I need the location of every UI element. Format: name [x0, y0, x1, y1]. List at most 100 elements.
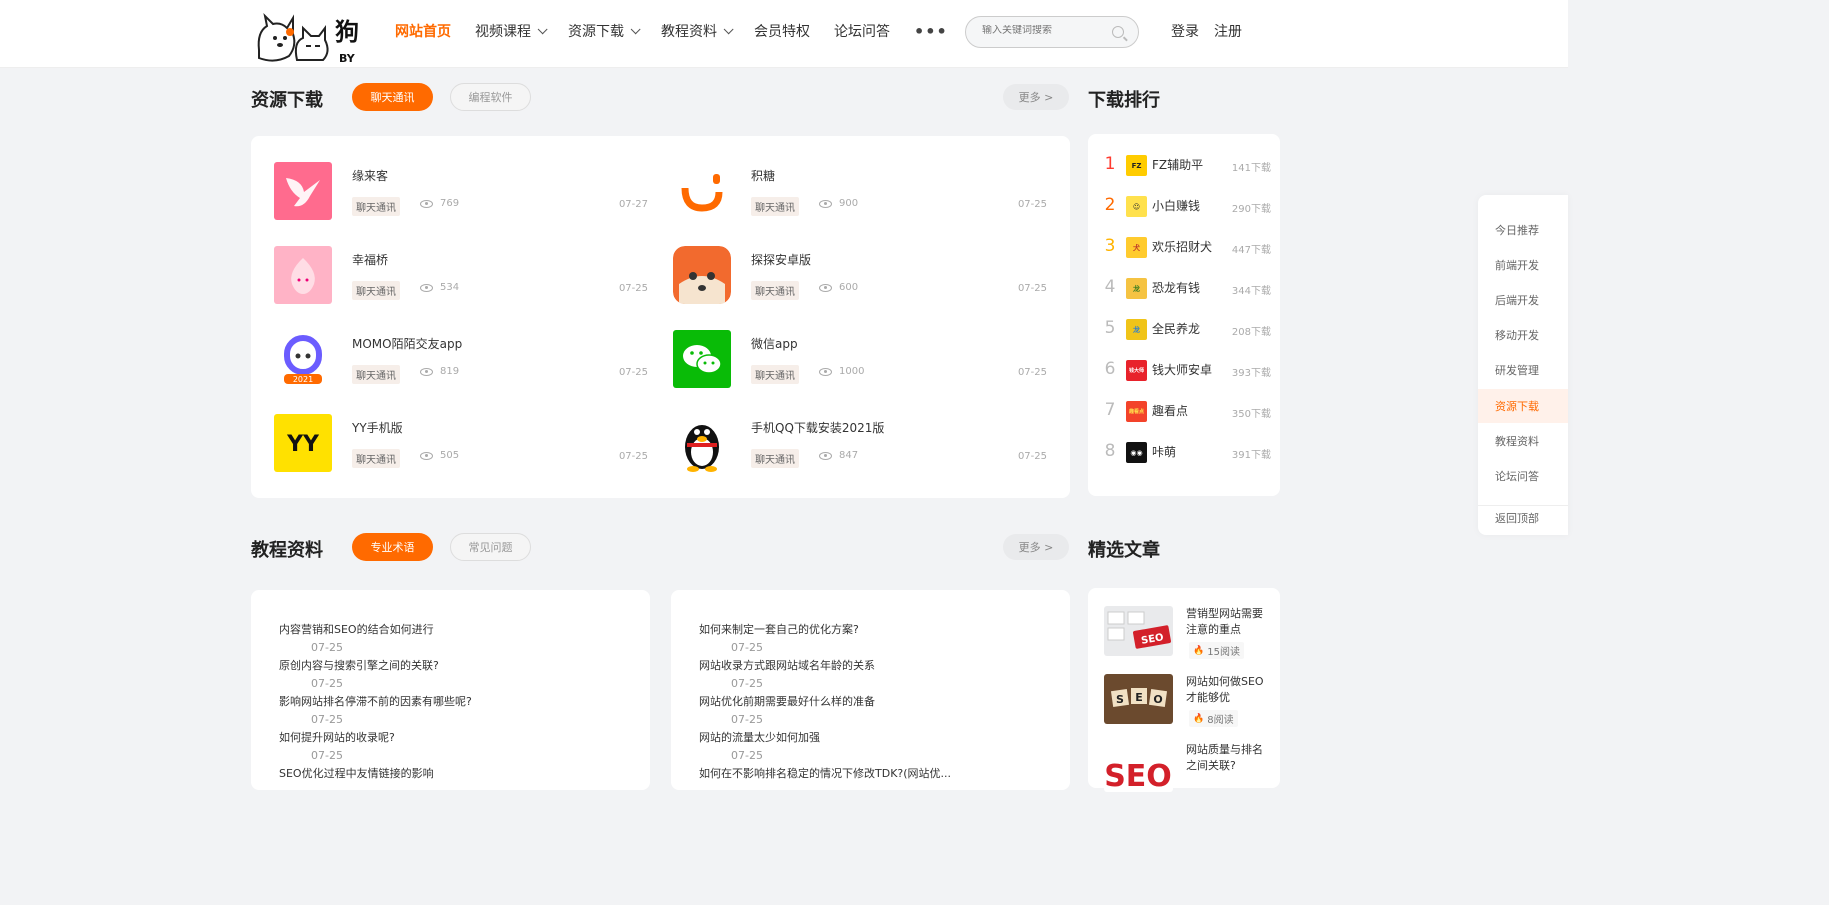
rank-downloads: 344下载 — [1231, 286, 1271, 297]
seo-red-text-image: SEO — [1104, 742, 1173, 792]
rank-number: 2 — [1104, 195, 1116, 215]
fire-icon: 🔥 — [1193, 645, 1205, 656]
tutorial-link[interactable]: 原创内容与搜索引擎之间的关联? — [279, 657, 439, 673]
resource-name: YY手机版 — [352, 421, 403, 435]
ranking-item[interactable]: 2 ☺ 小白赚钱 290下载 — [1103, 195, 1271, 217]
back-to-top-button[interactable]: 返回顶部 — [1478, 501, 1568, 535]
svg-text:2021: 2021 — [293, 375, 313, 384]
tutorial-link[interactable]: 内容营销和SEO的结合如何进行 — [279, 621, 434, 637]
momo-icon: 2021 — [274, 330, 332, 388]
svg-text:E: E — [1135, 691, 1143, 704]
resource-views: 847 — [819, 450, 858, 461]
hummingbird-icon — [274, 162, 332, 220]
float-nav-item[interactable]: 前端开发 — [1478, 248, 1568, 282]
float-nav-item[interactable]: 研发管理 — [1478, 353, 1568, 387]
nav-home[interactable]: 网站首页 — [395, 21, 451, 41]
chevron-down-icon — [723, 23, 734, 34]
eye-icon — [420, 367, 433, 376]
nav-vip-label: 会员特权 — [754, 24, 810, 40]
tutorial-date: 07-25 — [731, 677, 763, 690]
nav-tutorials-label: 教程资料 — [661, 24, 717, 40]
views-count: 819 — [440, 366, 460, 377]
ranking-item[interactable]: 1 FZ FZ辅助平 141下载 — [1103, 154, 1271, 176]
ranking-item[interactable]: 8 ◉◉ 咔萌 391下载 — [1103, 441, 1271, 463]
resource-item[interactable]: 积糖 聊天通讯 900 07-25 — [673, 162, 1047, 222]
resource-item[interactable]: 幸福桥 聊天通讯 534 07-25 — [274, 246, 648, 306]
login-link[interactable]: 登录 — [1171, 21, 1199, 41]
resource-item[interactable]: 微信app 聊天通讯 1000 07-25 — [673, 330, 1047, 390]
search-icon[interactable] — [1112, 26, 1124, 38]
register-link[interactable]: 注册 — [1214, 21, 1242, 41]
float-nav-item[interactable]: 后端开发 — [1478, 283, 1568, 317]
float-nav-item[interactable]: 论坛问答 — [1478, 459, 1568, 493]
nav-forum[interactable]: 论坛问答 — [834, 21, 890, 41]
app-logo-icon: FZ — [1126, 155, 1147, 176]
float-nav-item[interactable]: 教程资料 — [1478, 424, 1568, 458]
tutorials-right-card: 如何来制定一套自己的优化方案? 07-25 网站收录方式跟网站域名年龄的关系 0… — [671, 590, 1070, 790]
resource-tag: 聊天通讯 — [751, 197, 799, 216]
resource-date: 07-25 — [1017, 199, 1047, 210]
nav-video-courses[interactable]: 视频课程 — [475, 21, 548, 41]
ranking-item[interactable]: 3 犬 欢乐招财犬 447下载 — [1103, 236, 1271, 258]
tab-terminology[interactable]: 专业术语 — [352, 533, 433, 561]
article-item[interactable]: SEO 网站质量与排名之间关联? — [1104, 742, 1264, 796]
views-count: 600 — [839, 282, 859, 293]
eye-icon — [819, 367, 832, 376]
article-item[interactable]: SEO 网站如何做SEO才能够优 🔥 8阅读 — [1104, 674, 1264, 728]
resource-tag: 聊天通讯 — [751, 449, 799, 468]
resource-item[interactable]: 手机QQ下载安装2021版 聊天通讯 847 07-25 — [673, 414, 1047, 474]
resource-name: 积糖 — [751, 169, 776, 183]
ranking-item[interactable]: 5 龙 全民养龙 208下载 — [1103, 318, 1271, 340]
tutorial-date: 07-25 — [311, 641, 343, 654]
tab-chat[interactable]: 聊天通讯 — [352, 83, 433, 111]
rank-number: 4 — [1104, 277, 1116, 297]
resource-item[interactable]: 探探安卓版 聊天通讯 600 07-25 — [673, 246, 1047, 306]
nav-resource-download[interactable]: 资源下载 — [568, 21, 641, 41]
tutorials-more-button[interactable]: 更多 > — [1003, 534, 1069, 560]
tutorial-link[interactable]: 如何来制定一套自己的优化方案? — [699, 621, 859, 637]
float-nav-item-active[interactable]: 资源下载 — [1478, 389, 1568, 423]
search-input[interactable] — [982, 25, 1102, 36]
resource-item[interactable]: 2021 MOMO陌陌交友app 聊天通讯 819 07-25 — [274, 330, 648, 390]
ranking-title: 下载排行 — [1088, 90, 1160, 111]
wood-blocks-seo-image: SEO — [1104, 674, 1173, 724]
ranking-item[interactable]: 7 趣看点 趣看点 350下载 — [1103, 400, 1271, 422]
tutorial-link[interactable]: 影响网站排名停滞不前的因素有哪些呢? — [279, 693, 472, 709]
tutorial-link[interactable]: 网站优化前期需要最好什么样的准备 — [699, 693, 875, 709]
resource-item[interactable]: 缘来客 聊天通讯 769 07-27 — [274, 162, 648, 222]
nav-vip[interactable]: 会员特权 — [754, 21, 810, 41]
tutorial-link[interactable]: 网站收录方式跟网站域名年龄的关系 — [699, 657, 875, 673]
tutorial-link[interactable]: 如何提升网站的收录呢? — [279, 729, 395, 745]
tutorial-date: 07-25 — [731, 713, 763, 726]
rank-app-name: FZ辅助平 — [1152, 158, 1204, 172]
tutorial-link[interactable]: SEO优化过程中友情链接的影响 — [279, 765, 434, 781]
tab-programming[interactable]: 编程软件 — [450, 83, 531, 111]
svg-text:YY: YY — [286, 432, 320, 457]
tab-faq[interactable]: 常见问题 — [450, 533, 531, 561]
article-item[interactable]: SEO 营销型网站需要注意的重点 🔥 15阅读 — [1104, 606, 1264, 660]
rank-number: 7 — [1104, 400, 1116, 420]
views-count: 847 — [839, 450, 859, 461]
more-menu-icon[interactable]: ••• — [914, 22, 948, 41]
resource-tag: 聊天通讯 — [352, 197, 400, 216]
resource-views: 769 — [420, 198, 459, 209]
rank-app-name: 欢乐招财犬 — [1152, 240, 1213, 254]
search-box — [965, 16, 1139, 48]
resources-more-button[interactable]: 更多 > — [1003, 84, 1069, 110]
rank-downloads: 447下载 — [1231, 245, 1271, 256]
resource-views: 1000 — [819, 366, 864, 377]
resource-views: 534 — [420, 282, 459, 293]
float-nav-item[interactable]: 移动开发 — [1478, 318, 1568, 352]
articles-title: 精选文章 — [1088, 540, 1160, 561]
nav-tutorials[interactable]: 教程资料 — [661, 21, 734, 41]
chevron-down-icon — [630, 23, 641, 34]
wechat-icon — [673, 330, 731, 388]
site-logo[interactable]: 狗 BY — [253, 10, 361, 66]
resource-item[interactable]: YY YY手机版 聊天通讯 505 07-25 — [274, 414, 648, 474]
float-nav-item[interactable]: 今日推荐 — [1478, 213, 1568, 247]
tutorial-link[interactable]: 网站的流量太少如何加强 — [699, 729, 820, 745]
ranking-item[interactable]: 4 龙 恐龙有钱 344下载 — [1103, 277, 1271, 299]
ranking-item[interactable]: 6 钱大师 钱大师安卓 393下载 — [1103, 359, 1271, 381]
tutorial-link[interactable]: 如何在不影响排名稳定的情况下修改TDK?(网站优... — [699, 765, 951, 781]
tutorial-date: 07-25 — [731, 641, 763, 654]
